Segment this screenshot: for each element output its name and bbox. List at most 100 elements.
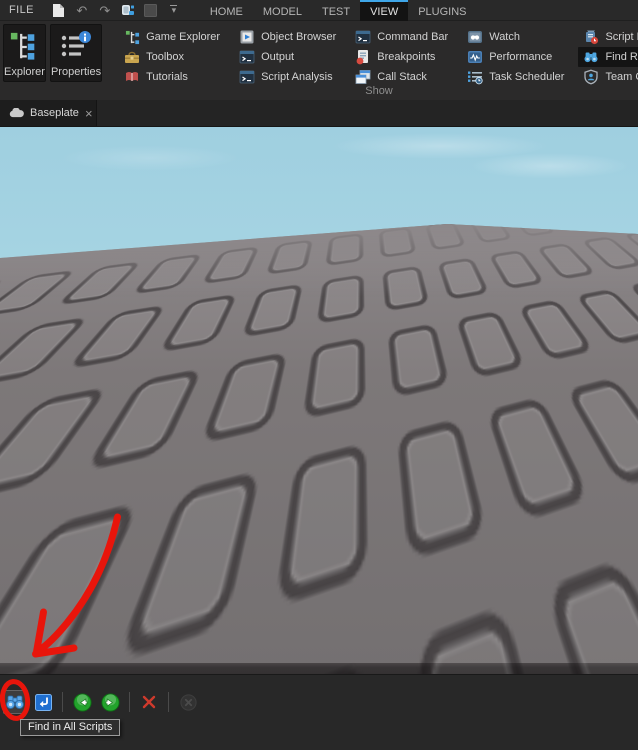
team-create-shield-icon [583, 69, 599, 85]
ribbon-tab-strip: HOME MODEL TEST VIEW PLUGINS [200, 0, 477, 21]
ribbon-item-task-scheduler[interactable]: Task Scheduler [462, 67, 569, 87]
ribbon-column-4: Watch Performance Task Scheduler [462, 24, 569, 87]
green-left-arrow-icon [72, 692, 92, 712]
binoculars-icon [6, 695, 24, 709]
tab-baseplate[interactable]: Baseplate × [0, 100, 97, 126]
call-stack-icon [355, 69, 371, 85]
viewport-3d[interactable] [0, 127, 638, 674]
ribbon-column-2: Object Browser Output Script Analysis [234, 24, 341, 87]
ribbon-item-label: Watch [489, 31, 520, 43]
find-results-binoculars-icon [583, 49, 599, 65]
watch-icon [467, 29, 483, 45]
script-analysis-icon [239, 69, 255, 85]
ribbon-column-5: Script Performance Find Results Team Cre… [578, 24, 638, 87]
ribbon-item-script-analysis[interactable]: Script Analysis [234, 67, 341, 87]
find-results-panel [0, 674, 638, 750]
script-performance-icon [583, 29, 599, 45]
ribbon-item-performance[interactable]: Performance [462, 47, 569, 67]
command-bar-icon [355, 29, 371, 45]
tutorials-book-icon [124, 69, 140, 85]
document-tab-bar: Baseplate × [0, 100, 638, 127]
ribbon-item-breakpoints[interactable]: Breakpoints [350, 47, 453, 67]
replace-icon [34, 693, 52, 711]
ribbon-item-tutorials[interactable]: Tutorials [119, 67, 225, 87]
red-x-icon [142, 695, 156, 709]
ribbon-item-label: Command Bar [377, 31, 449, 43]
ribbon-item-label: Script Analysis [261, 71, 333, 83]
toolbar-separator [62, 692, 63, 712]
ribbon-column-1: Game Explorer Toolbox Tutorials [119, 24, 225, 87]
clear-results-button[interactable] [137, 690, 161, 714]
menu-tab-home[interactable]: HOME [200, 0, 253, 21]
ribbon-group-label-show: Show [365, 85, 393, 97]
explorer-button-label: Explorer [4, 66, 45, 78]
disabled-circle-x-icon [179, 693, 197, 711]
find-results-toolbar [0, 675, 638, 714]
find-in-all-scripts-button[interactable] [3, 690, 27, 714]
cloud-wisp [470, 153, 630, 179]
ribbon-item-watch[interactable]: Watch [462, 27, 569, 47]
object-browser-icon [239, 29, 255, 45]
ribbon-item-label: Game Explorer [146, 31, 221, 43]
menu-tab-model[interactable]: MODEL [253, 0, 312, 21]
quick-access-toolbar: ↶ ↷ ▾ [51, 0, 182, 20]
customize-caret-icon[interactable]: ▾ [166, 2, 182, 18]
menu-bar: FILE ↶ ↷ ▾ HOME MODEL TEST VIEW PLUGINS [0, 0, 638, 21]
replace-in-all-scripts-button[interactable] [31, 690, 55, 714]
ribbon-item-game-explorer[interactable]: Game Explorer [119, 27, 225, 47]
undo-icon[interactable]: ↶ [74, 2, 90, 18]
ribbon-view-panel: Explorer Properties Game Explorer Toolbo… [0, 21, 638, 100]
ribbon-item-label: Output [261, 51, 295, 63]
stop-search-button [176, 690, 200, 714]
ribbon-item-label: Object Browser [261, 31, 337, 43]
toolbar-separator [129, 692, 130, 712]
ribbon-item-toolbox[interactable]: Toolbox [119, 47, 225, 67]
toolbar-separator [168, 692, 169, 712]
baseplate-side-edge [0, 663, 638, 674]
ribbon-item-team-create[interactable]: Team Create [578, 67, 638, 87]
output-terminal-icon [239, 49, 255, 65]
ribbon-item-call-stack[interactable]: Call Stack [350, 67, 453, 87]
menu-tab-test[interactable]: TEST [312, 0, 360, 21]
ribbon-item-label: Performance [489, 51, 553, 63]
game-explorer-icon [124, 29, 140, 45]
breakpoints-icon [355, 49, 371, 65]
inactive-box-icon [143, 2, 159, 18]
menu-tab-view[interactable]: VIEW [360, 0, 409, 21]
task-scheduler-icon [467, 69, 483, 85]
green-right-arrow-icon [100, 692, 120, 712]
ribbon-item-label: Task Scheduler [489, 71, 565, 83]
ribbon-item-label: Team Create [605, 71, 638, 83]
tab-label: Baseplate [30, 107, 79, 119]
explorer-toggle-button[interactable]: Explorer [3, 24, 46, 82]
next-result-button[interactable] [98, 690, 122, 714]
file-menu-button[interactable]: FILE [0, 0, 43, 20]
ribbon-item-script-performance[interactable]: Script Performance [578, 27, 638, 47]
explorer-tree-icon [9, 25, 39, 66]
baseplate-ground [0, 224, 638, 674]
cloud-wisp [60, 145, 240, 171]
ribbon-item-label: Find Results [605, 51, 638, 63]
ribbon-item-find-results[interactable]: Find Results [578, 47, 638, 67]
ribbon-column-3: Command Bar Breakpoints Call Stack [350, 24, 453, 87]
ribbon-item-object-browser[interactable]: Object Browser [234, 27, 341, 47]
ribbon-item-label: Toolbox [146, 51, 185, 63]
ribbon-item-label: Call Stack [377, 71, 427, 83]
ribbon-item-command-bar[interactable]: Command Bar [350, 27, 453, 47]
ribbon-item-output[interactable]: Output [234, 47, 341, 67]
horizon-haze [0, 224, 638, 297]
redo-icon[interactable]: ↷ [97, 2, 113, 18]
new-file-icon[interactable] [51, 2, 67, 18]
ribbon-item-label: Tutorials [146, 71, 188, 83]
properties-toggle-button[interactable]: Properties [49, 24, 103, 82]
previous-result-button[interactable] [70, 690, 94, 714]
tooltip-find-in-all-scripts: Find in All Scripts [20, 719, 121, 736]
ribbon-item-label: Breakpoints [377, 51, 436, 63]
properties-button-label: Properties [50, 66, 102, 78]
insert-part-icon[interactable] [120, 2, 136, 18]
performance-graph-icon [467, 49, 483, 65]
ribbon-item-label: Script Performance [605, 31, 638, 43]
tab-close-icon[interactable]: × [85, 107, 93, 120]
menu-tab-plugins[interactable]: PLUGINS [408, 0, 476, 21]
cloud-icon [9, 108, 24, 118]
